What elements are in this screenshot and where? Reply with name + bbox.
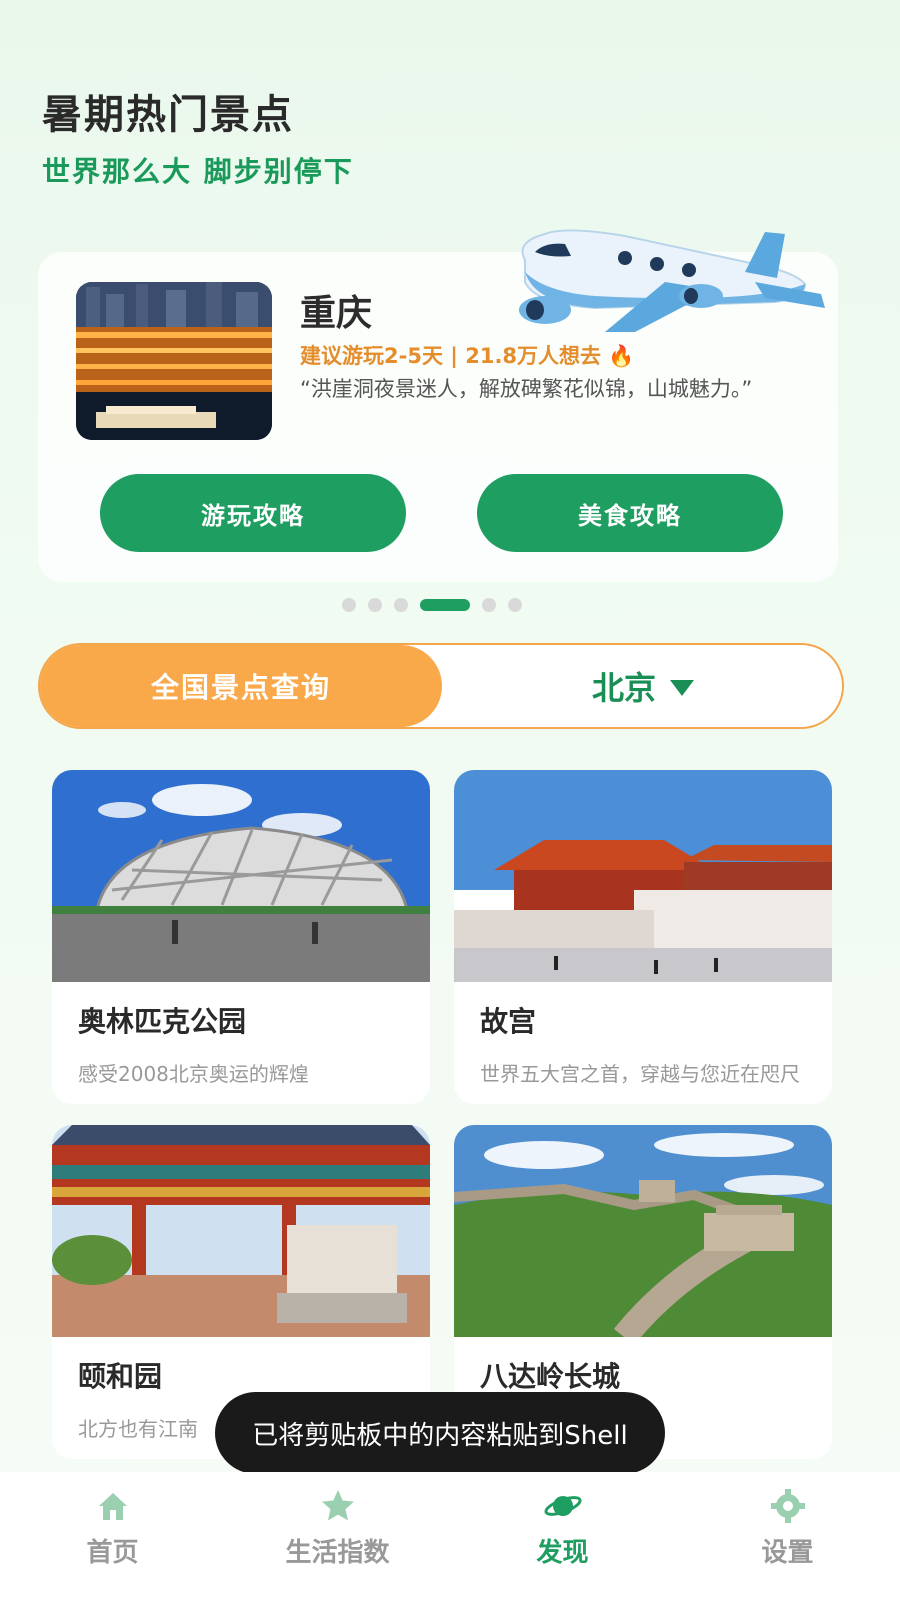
home-icon: [98, 1493, 127, 1520]
spot-description: 世界五大宫之首，穿越与您近在咫尺: [480, 1062, 800, 1086]
tab-discover[interactable]: 发现: [450, 1472, 675, 1600]
carousel-pager: [342, 598, 522, 612]
star-icon: [321, 1490, 354, 1521]
planet-icon: [543, 1496, 582, 1516]
travel-guide-button[interactable]: 游玩攻略: [100, 474, 406, 552]
tab-label: 首页: [86, 1538, 139, 1568]
spot-card-olympic-park[interactable]: 奥林匹克公园 感受2008北京奥运的辉煌: [52, 770, 430, 1104]
banner-city-name: 重庆: [300, 293, 373, 334]
chongqing-night-photo: [76, 282, 272, 440]
tab-label: 设置: [761, 1538, 814, 1568]
spot-name: 奥林匹克公园: [78, 1005, 247, 1038]
page-header: 暑期热门景点 世界那么大 脚步别停下: [42, 82, 354, 190]
dropdown-arrow-icon: [670, 680, 694, 696]
city-selector[interactable]: 北京: [442, 645, 842, 727]
banner-tagline-text: 建议游玩2-5天 | 21.8万人想去: [300, 344, 602, 368]
pager-dot[interactable]: [508, 598, 522, 612]
food-guide-button[interactable]: 美食攻略: [477, 474, 783, 552]
pager-dot[interactable]: [394, 598, 408, 612]
pager-dot[interactable]: [342, 598, 356, 612]
page-title: 暑期热门景点: [42, 92, 294, 138]
bottom-tab-bar: 首页 生活指数 发现 设置: [0, 1472, 900, 1600]
tab-settings[interactable]: 设置: [675, 1472, 900, 1600]
gear-icon: [770, 1489, 805, 1523]
spot-card-forbidden-city[interactable]: 故宫 世界五大宫之首，穿越与您近在咫尺: [454, 770, 832, 1104]
tab-label: 发现: [536, 1538, 589, 1568]
forbidden-city-photo: [454, 770, 832, 982]
tab-home[interactable]: 首页: [0, 1472, 225, 1600]
banner-quote: “洪崖洞夜景迷人，解放碑繁花似锦，山城魅力。”: [300, 377, 753, 401]
pager-dot-active[interactable]: [420, 599, 470, 611]
spot-name: 颐和园: [78, 1360, 163, 1393]
spot-name: 故宫: [480, 1005, 537, 1038]
olympic-park-photo: [52, 770, 430, 982]
tab-label: 生活指数: [285, 1538, 390, 1568]
tab-life-index[interactable]: 生活指数: [225, 1472, 450, 1600]
airplane-illustration: [505, 212, 835, 342]
pager-dot[interactable]: [368, 598, 382, 612]
national-spot-query-button[interactable]: 全国景点查询: [40, 645, 442, 727]
pager-dot[interactable]: [482, 598, 496, 612]
banner-tagline: 建议游玩2-5天 | 21.8万人想去 🔥: [300, 340, 635, 370]
page-subtitle: 世界那么大 脚步别停下: [42, 155, 354, 188]
spot-description: 感受2008北京奥运的辉煌: [78, 1062, 309, 1086]
great-wall-photo: [454, 1125, 832, 1346]
summer-palace-photo: [52, 1125, 430, 1337]
fire-icon: 🔥: [608, 344, 635, 368]
clipboard-toast: 已将剪贴板中的内容粘贴到Shell: [215, 1392, 665, 1474]
selected-city-label: 北京: [591, 669, 656, 707]
spot-query-segment: 全国景点查询 北京: [38, 643, 844, 729]
spot-name: 八达岭长城: [480, 1360, 621, 1393]
